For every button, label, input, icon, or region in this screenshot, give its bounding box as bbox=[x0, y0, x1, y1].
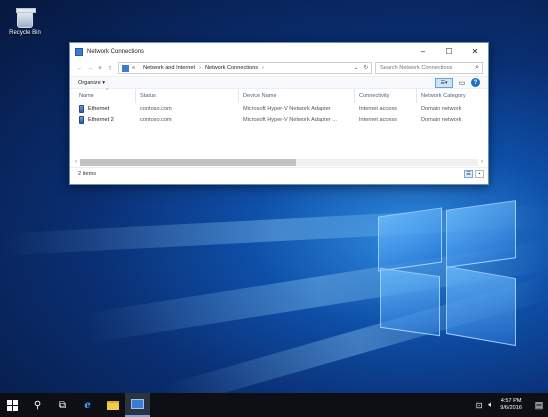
column-header-network-category[interactable]: Network Category bbox=[417, 89, 488, 103]
minimize-button[interactable]: – bbox=[410, 43, 436, 60]
command-bar: Organize ▾ ☰▾ ▭ ? bbox=[70, 76, 488, 89]
sort-caret-icon: ^ bbox=[106, 88, 109, 94]
breadcrumb-separator-icon[interactable]: › bbox=[262, 65, 264, 71]
title-bar[interactable]: Network Connections – ☐ ✕ bbox=[70, 43, 488, 60]
search-placeholder: Search Network Connections bbox=[380, 65, 453, 71]
scroll-left-icon[interactable]: ‹ bbox=[72, 159, 80, 165]
item-category: Domain network bbox=[421, 105, 462, 112]
column-header-name[interactable]: Name bbox=[70, 89, 136, 103]
large-icons-layout-icon[interactable]: ▪ bbox=[475, 170, 484, 178]
column-header-connectivity[interactable]: Connectivity bbox=[355, 89, 417, 103]
network-connections-taskbar-button[interactable] bbox=[125, 393, 150, 417]
connections-list: ^ Name Status Device Name Connectivity N… bbox=[70, 88, 488, 157]
file-explorer-button[interactable] bbox=[100, 393, 125, 417]
item-connectivity: Internet access bbox=[359, 116, 397, 123]
start-button[interactable] bbox=[0, 393, 25, 417]
address-bar[interactable]: « Network and Internet › Network Connect… bbox=[118, 62, 372, 74]
network-icon[interactable]: ⊡ bbox=[476, 401, 483, 410]
window-title: Network Connections bbox=[87, 48, 145, 55]
recycle-bin[interactable]: Recycle Bin bbox=[6, 8, 44, 36]
change-view-button[interactable]: ☰▾ bbox=[435, 77, 453, 88]
column-header-status[interactable]: Status bbox=[136, 89, 239, 103]
system-tray: ⊡ 🔈︎ 4:57 PM 9/6/2016 ▤ bbox=[473, 393, 548, 417]
cortana-search-icon[interactable]: ⚲ bbox=[25, 393, 50, 417]
recycle-bin-icon bbox=[16, 8, 36, 28]
help-icon[interactable]: ? bbox=[471, 78, 480, 87]
network-adapter-icon bbox=[79, 104, 84, 113]
status-bar: 2 items ☰ ▪ bbox=[70, 167, 488, 180]
list-item[interactable]: Ethernet 2 contoso.com Microsoft Hyper-V… bbox=[70, 114, 488, 125]
network-connections-icon bbox=[75, 47, 83, 56]
scroll-track[interactable] bbox=[80, 158, 478, 166]
recent-locations-icon[interactable]: ▾ bbox=[95, 64, 105, 72]
address-prefix[interactable]: « bbox=[132, 65, 135, 71]
forward-arrow-icon[interactable]: → bbox=[85, 65, 95, 72]
breadcrumb-separator-icon[interactable]: › bbox=[199, 65, 201, 71]
maximize-button[interactable]: ☐ bbox=[436, 43, 462, 60]
task-view-icon[interactable]: ⧉ bbox=[50, 393, 75, 417]
preview-pane-icon[interactable]: ▭ bbox=[457, 78, 467, 88]
file-explorer-icon bbox=[106, 400, 119, 410]
column-headers: ^ Name Status Device Name Connectivity N… bbox=[70, 88, 488, 103]
item-device: Microsoft Hyper-V Network Adapter ... bbox=[243, 116, 337, 123]
breadcrumb-network-and-internet[interactable]: Network and Internet bbox=[143, 65, 195, 71]
back-arrow-icon[interactable]: ← bbox=[75, 65, 85, 72]
network-adapter-icon bbox=[79, 115, 84, 124]
network-connections-window: Network Connections – ☐ ✕ ← → ▾ ↑ « Netw… bbox=[69, 42, 489, 185]
refresh-icon[interactable]: ↻ bbox=[361, 65, 371, 71]
column-header-device-name[interactable]: Device Name bbox=[239, 89, 355, 103]
horizontal-scrollbar[interactable]: ‹ › bbox=[72, 157, 486, 167]
control-panel-icon bbox=[122, 64, 129, 72]
clock-time: 4:57 PM bbox=[500, 398, 522, 404]
address-row: ← → ▾ ↑ « Network and Internet › Network… bbox=[70, 60, 488, 76]
item-name: Ethernet bbox=[88, 105, 110, 112]
item-device: Microsoft Hyper-V Network Adapter bbox=[243, 105, 331, 112]
start-icon bbox=[7, 399, 18, 411]
item-count: 2 items bbox=[78, 171, 97, 177]
search-input[interactable]: Search Network Connections ⌕ bbox=[375, 62, 483, 74]
clock[interactable]: 4:57 PM 9/6/2016 bbox=[500, 398, 522, 412]
item-status: contoso.com bbox=[140, 116, 172, 123]
desktop: Recycle Bin Network Connections – ☐ ✕ ← … bbox=[0, 0, 548, 393]
up-arrow-icon[interactable]: ↑ bbox=[105, 65, 115, 72]
address-dropdown-icon[interactable]: ⌄ bbox=[351, 65, 361, 71]
organize-button[interactable]: Organize ▾ bbox=[78, 80, 105, 86]
notification-icon[interactable]: ▤ bbox=[530, 393, 548, 417]
list-item[interactable]: Ethernet contoso.com Microsoft Hyper-V N… bbox=[70, 103, 488, 114]
volume-icon[interactable]: 🔈︎ bbox=[488, 400, 493, 410]
breadcrumb-network-connections[interactable]: Network Connections bbox=[205, 65, 258, 71]
scroll-thumb[interactable] bbox=[80, 158, 296, 166]
search-icon[interactable]: ⌕ bbox=[475, 64, 479, 72]
item-status: contoso.com bbox=[140, 105, 172, 112]
item-name: Ethernet 2 bbox=[88, 116, 114, 123]
scroll-right-icon[interactable]: › bbox=[478, 159, 486, 165]
recycle-bin-label: Recycle Bin bbox=[9, 30, 41, 36]
edge-icon[interactable]: e bbox=[75, 393, 100, 417]
clock-date: 9/6/2016 bbox=[500, 405, 522, 411]
details-layout-icon[interactable]: ☰ bbox=[464, 170, 473, 178]
details-view-icon: ☰▾ bbox=[440, 79, 448, 86]
network-connections-icon bbox=[131, 399, 144, 409]
taskbar: ⚲ ⧉ e ⊡ 🔈︎ 4:57 PM 9/6/2016 ▤ bbox=[0, 393, 548, 417]
item-category: Domain network bbox=[421, 116, 462, 123]
item-connectivity: Internet access bbox=[359, 105, 397, 112]
close-button[interactable]: ✕ bbox=[462, 43, 488, 60]
